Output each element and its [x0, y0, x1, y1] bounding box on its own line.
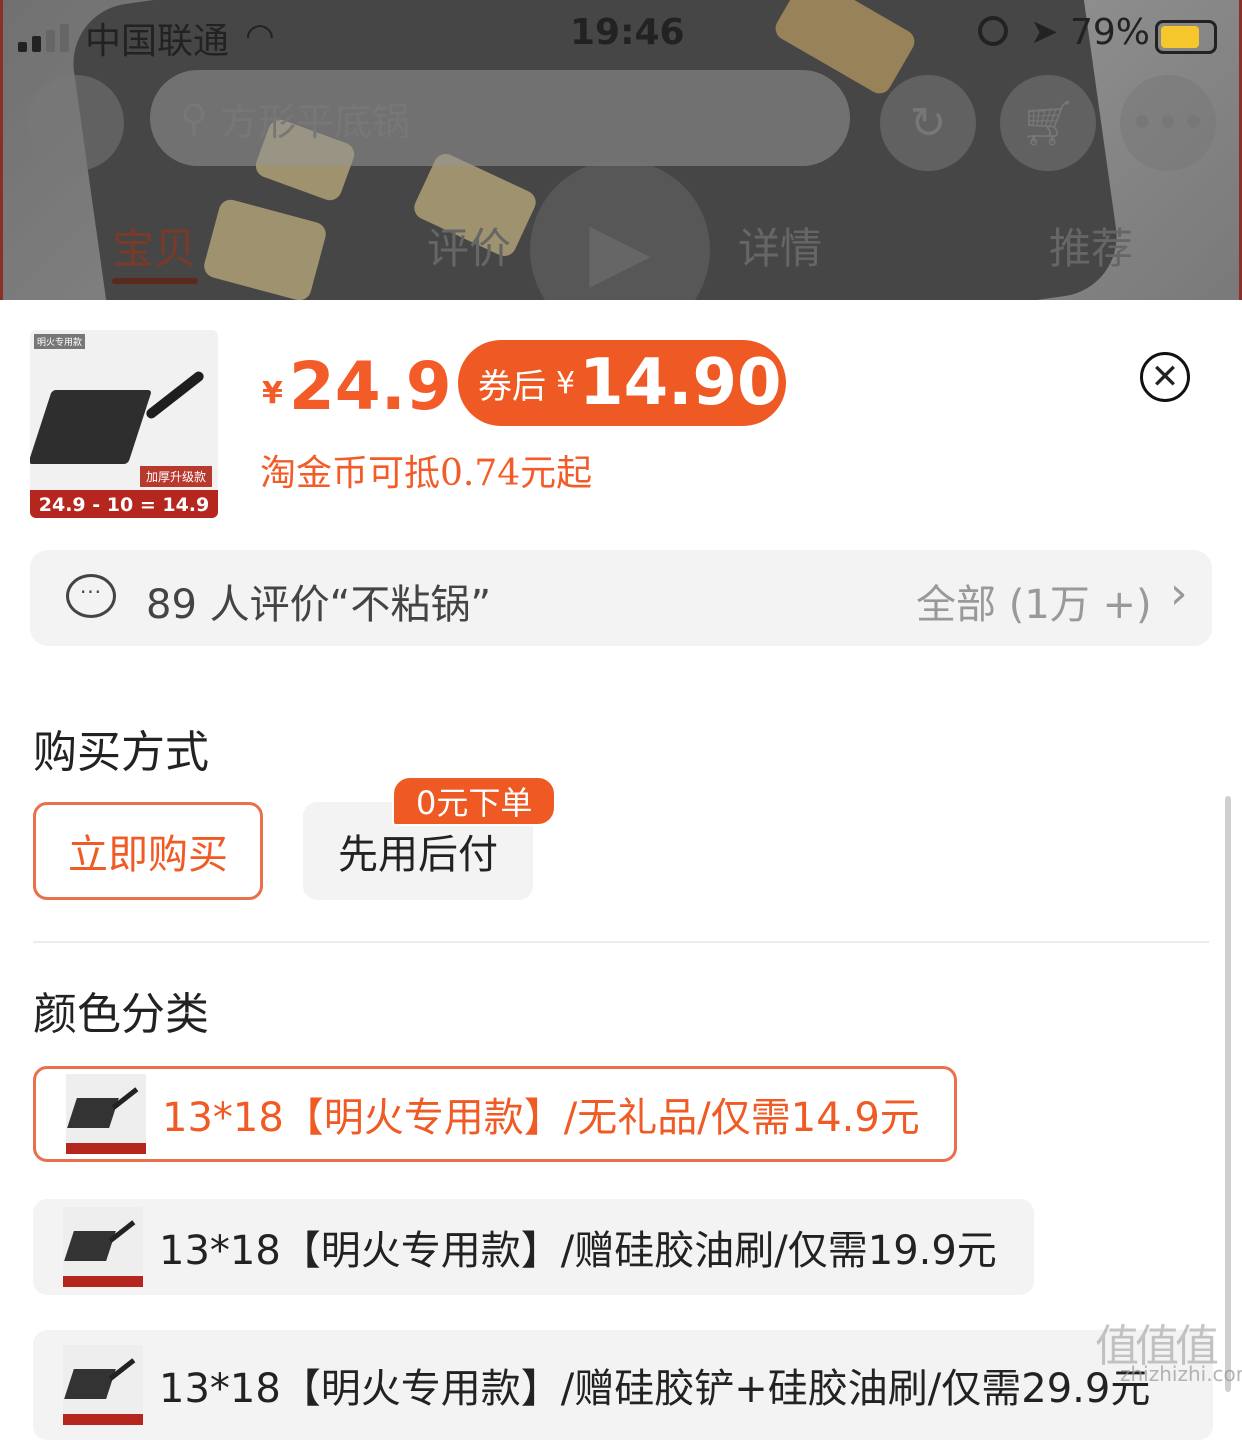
sku-thumbnail — [63, 1207, 143, 1287]
tab-recommend[interactable]: 推荐 — [1049, 215, 1133, 276]
price-value: 24.9 — [288, 348, 452, 425]
sku-option-label: 13*18【明火专用款】/赠硅胶铲+硅胶油刷/仅需29.9元 — [159, 1366, 1151, 1412]
buy-now-button[interactable]: 立即购买 — [33, 802, 263, 900]
rotation-lock-icon — [978, 16, 1008, 46]
wifi-icon: ◠ — [245, 16, 275, 56]
thumb-tag: 明火专用款 — [34, 334, 86, 349]
scrollbar[interactable] — [1225, 796, 1231, 1392]
sku-thumbnail — [66, 1074, 146, 1154]
carrier-label: 中国联通 — [85, 21, 230, 62]
search-input[interactable]: ⚲ 方形平底锅 — [150, 70, 850, 166]
signal-icon — [18, 24, 69, 52]
search-placeholder: 方形平底锅 — [219, 99, 410, 144]
sku-option[interactable]: 13*18【明火专用款】/赠硅胶铲+硅胶油刷/仅需29.9元 — [33, 1330, 1213, 1440]
coupon-currency: ¥ — [556, 365, 576, 401]
battery-icon — [1155, 20, 1217, 54]
thumb-upgrade-label: 加厚升级款 — [139, 466, 212, 487]
tab-details[interactable]: 详情 — [738, 215, 822, 276]
share-icon: ↻ — [909, 97, 947, 149]
sku-option[interactable]: 13*18【明火专用款】/无礼品/仅需14.9元 — [33, 1066, 957, 1162]
chevron-right-icon: › — [1170, 568, 1188, 619]
taojinbi-text: 淘金币可抵0.74元起 — [260, 453, 593, 494]
coupon-price: 14.90 — [579, 346, 782, 420]
cart-icon: 🛒︎ — [1020, 98, 1076, 149]
review-summary[interactable]: ··· 89 人评价“不粘锅” 全部 (1万 +) › — [30, 550, 1212, 646]
review-all-link[interactable]: 全部 (1万 +) — [916, 572, 1152, 630]
chat-bubble-icon: ··· — [66, 574, 116, 618]
coupon-price-badge: 券后 ¥ 14.90 — [458, 340, 786, 426]
clock: 19:46 — [570, 12, 685, 53]
currency-symbol: ¥ — [262, 376, 283, 411]
sku-option[interactable]: 13*18【明火专用款】/赠硅胶油刷/仅需19.9元 — [33, 1199, 1034, 1295]
thumb-price-band: 24.9 - 10 = 14.9 — [30, 490, 218, 518]
back-button[interactable]: ‹ — [28, 75, 124, 171]
battery-percent: 79% — [1070, 12, 1151, 53]
close-button[interactable]: ✕ — [1140, 352, 1190, 402]
sku-thumbnail — [63, 1345, 143, 1425]
pan-image — [30, 390, 153, 464]
color-category-title: 颜色分类 — [33, 989, 209, 1040]
tab-item[interactable]: 宝贝 — [112, 215, 196, 276]
share-button[interactable]: ↻ — [880, 75, 976, 171]
location-icon: ➤ — [1030, 12, 1059, 52]
zero-down-badge: 0元下单 — [392, 776, 557, 826]
tab-bar: 宝贝 评价 详情 推荐 — [0, 215, 1242, 275]
divider — [33, 941, 1209, 943]
product-image-header: 中国联通 ◠ 19:46 ➤ 79% ‹ ⚲ 方形平底锅 ↻ 🛒︎ ••• ▶ … — [0, 0, 1242, 300]
search-icon: ⚲ — [180, 96, 208, 140]
cart-button[interactable]: 🛒︎ — [1000, 75, 1096, 171]
chevron-left-icon: ‹ — [67, 97, 85, 149]
review-text: 89 人评价“不粘锅” — [146, 582, 492, 628]
coupon-label: 券后 — [478, 366, 546, 407]
product-thumbnail[interactable]: 明火专用款 加厚升级款 24.9 - 10 = 14.9 — [30, 330, 218, 518]
tab-reviews[interactable]: 评价 — [427, 215, 511, 276]
active-tab-indicator — [112, 278, 198, 284]
watermark-url: zhizhizhi.com — [1120, 1362, 1242, 1386]
sku-option-label: 13*18【明火专用款】/无礼品/仅需14.9元 — [162, 1095, 920, 1141]
original-price: ¥24.9 — [262, 348, 452, 425]
close-icon: ✕ — [1150, 357, 1180, 397]
more-icon: ••• — [1129, 97, 1207, 149]
purchase-method-title: 购买方式 — [33, 727, 209, 778]
status-bar: 中国联通 ◠ 19:46 ➤ 79% — [0, 10, 1242, 62]
sku-option-label: 13*18【明火专用款】/赠硅胶油刷/仅需19.9元 — [159, 1228, 997, 1274]
more-button[interactable]: ••• — [1120, 75, 1216, 171]
